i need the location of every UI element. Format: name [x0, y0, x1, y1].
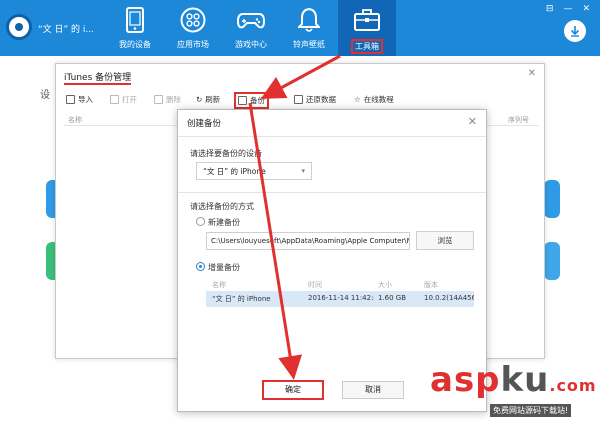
incremental-backup-radio[interactable]	[196, 262, 205, 271]
import-button[interactable]: 导入	[66, 94, 93, 105]
confirm-button[interactable]: 确定	[262, 380, 324, 400]
restore-icon	[294, 95, 303, 104]
dialog-title: 创建备份	[187, 119, 222, 129]
row-time: 2016-11-14 11:42:42	[308, 294, 374, 302]
watermark-logo: aspku.com 免费网站源码下载站!	[430, 360, 600, 422]
toolbox-icon	[353, 6, 381, 34]
column-name: 名称	[68, 116, 82, 124]
device-name[interactable]: “文 日” 的 i...	[38, 22, 94, 35]
incremental-backup-label: 增量备份	[208, 263, 240, 272]
nav-toolbox[interactable]: 工具箱	[338, 0, 396, 56]
nav-label: 游戏中心	[235, 40, 267, 49]
column-time: 时间	[308, 281, 322, 289]
backup-table: 名称 时间 大小 版本 “文 日” 的 iPhone 2016-11-14 11…	[206, 277, 474, 307]
select-device-label: 请选择要备份的设备	[190, 149, 262, 158]
watermark-text: aspku.com	[430, 360, 597, 400]
row-version: 10.0.2(14A456)	[424, 294, 474, 302]
background-tile	[544, 180, 560, 218]
nav-game-center[interactable]: 游戏中心	[222, 0, 280, 56]
close-window-button[interactable]: ✕	[582, 4, 590, 14]
method-label: 请选择备份的方式	[190, 202, 254, 211]
new-backup-label: 新建备份	[208, 218, 240, 227]
nav-label: 我的设备	[119, 40, 151, 49]
import-icon	[66, 95, 75, 104]
window-controls: ⊟ — ✕	[546, 4, 590, 14]
background-heading: 设	[40, 90, 50, 101]
device-select[interactable]: “文 日” 的 iPhone ▾	[196, 162, 312, 180]
column-serial: 序列号	[508, 116, 529, 124]
close-icon[interactable]: ✕	[468, 115, 477, 128]
table-row[interactable]: “文 日” 的 iPhone 2016-11-14 11:42:42 1.60 …	[206, 291, 474, 307]
minimize-button[interactable]: —	[563, 4, 572, 14]
delete-button[interactable]: 删除	[154, 94, 181, 105]
close-icon[interactable]: ✕	[528, 68, 536, 79]
skin-button[interactable]: ⊟	[546, 4, 554, 14]
backup-icon	[238, 96, 247, 105]
dialog-title: iTunes 备份管理	[64, 73, 132, 85]
column-name: 名称	[212, 281, 226, 289]
row-size: 1.60 GB	[378, 294, 407, 302]
download-icon[interactable]	[564, 20, 586, 42]
main-nav: 我的设备 应用市场 游戏中心 铃声壁纸 工具箱	[106, 0, 396, 56]
nav-ringtone-wallpaper[interactable]: 铃声壁纸	[280, 0, 338, 56]
background-tile	[544, 242, 560, 280]
new-backup-radio[interactable]	[196, 217, 205, 226]
backup-path-input[interactable]: C:\Users\louyuesoft\AppData\Roaming\Appl…	[206, 232, 410, 250]
nav-app-market[interactable]: 应用市场	[164, 0, 222, 56]
nav-label: 铃声壁纸	[293, 40, 325, 49]
table-header: 名称 时间 大小 版本	[206, 277, 474, 291]
nav-label: 工具箱	[351, 39, 383, 54]
top-bar: “文 日” 的 i... 我的设备 应用市场 游戏中心 铃声壁纸 工具箱 ⊟ —…	[0, 0, 600, 56]
gamepad-icon	[237, 6, 265, 34]
apps-grid-icon	[179, 6, 207, 34]
backup-button[interactable]: 备份	[234, 92, 269, 109]
divider	[178, 192, 486, 193]
phone-icon	[121, 6, 149, 34]
app-logo-icon	[6, 14, 32, 40]
nav-label: 应用市场	[177, 40, 209, 49]
folder-icon	[110, 95, 119, 104]
refresh-button[interactable]: ↻ 刷新	[196, 94, 220, 105]
toolbar: 导入 打开 删除 ↻ 刷新 备份 还原数据 ☆ 在线教程	[64, 92, 539, 110]
restore-button[interactable]: 还原数据	[294, 94, 336, 105]
star-icon: ☆	[354, 95, 361, 104]
browse-button[interactable]: 浏览	[416, 231, 474, 250]
divider	[178, 136, 486, 137]
chevron-down-icon: ▾	[301, 167, 305, 175]
online-tutorial-button[interactable]: ☆ 在线教程	[354, 94, 394, 105]
column-size: 大小	[378, 281, 392, 289]
nav-my-device[interactable]: 我的设备	[106, 0, 164, 56]
cancel-button[interactable]: 取消	[342, 381, 404, 399]
open-button[interactable]: 打开	[110, 94, 137, 105]
watermark-subtitle: 免费网站源码下载站!	[490, 404, 572, 417]
refresh-icon: ↻	[196, 95, 203, 104]
column-version: 版本	[424, 281, 438, 289]
bell-icon	[295, 6, 323, 34]
row-name: “文 日” 的 iPhone	[212, 295, 271, 303]
delete-icon	[154, 95, 163, 104]
